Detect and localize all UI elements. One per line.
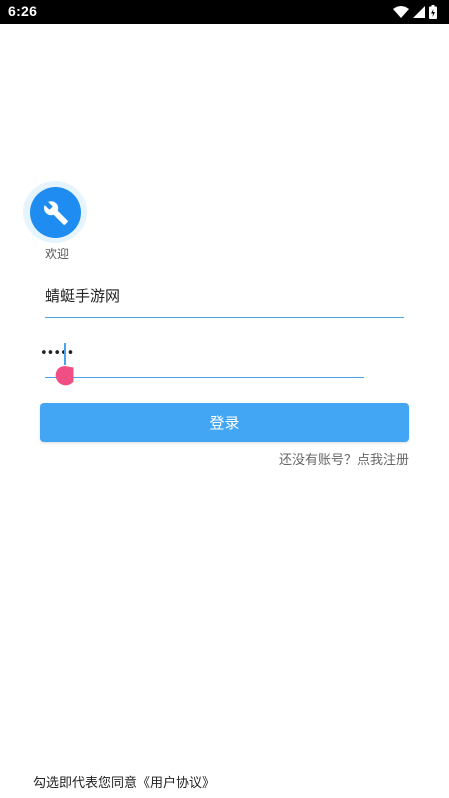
text-cursor <box>64 343 66 365</box>
logo-circle <box>30 187 81 238</box>
register-link[interactable]: 还没有账号？点我注册 <box>279 449 409 468</box>
user-agreement-text[interactable]: 勾选即代表您同意《用户协议》 <box>33 772 215 791</box>
username-input[interactable]: 蜻蜓手游网 <box>45 282 404 318</box>
signal-icon <box>413 6 425 18</box>
password-input[interactable]: ••••• <box>40 343 364 386</box>
battery-icon <box>429 5 437 19</box>
wifi-icon <box>393 5 409 18</box>
wrench-icon <box>43 200 68 225</box>
username-value: 蜻蜓手游网 <box>45 287 121 305</box>
app-logo <box>23 181 89 243</box>
status-bar: 6:26 <box>0 0 449 24</box>
cursor-handle-icon[interactable] <box>55 364 75 386</box>
password-masked-value: ••••• <box>40 346 74 361</box>
status-time: 6:26 <box>8 3 38 19</box>
login-button[interactable]: 登录 <box>40 403 409 442</box>
status-icons <box>393 5 437 19</box>
welcome-text: 欢迎 <box>45 247 70 261</box>
